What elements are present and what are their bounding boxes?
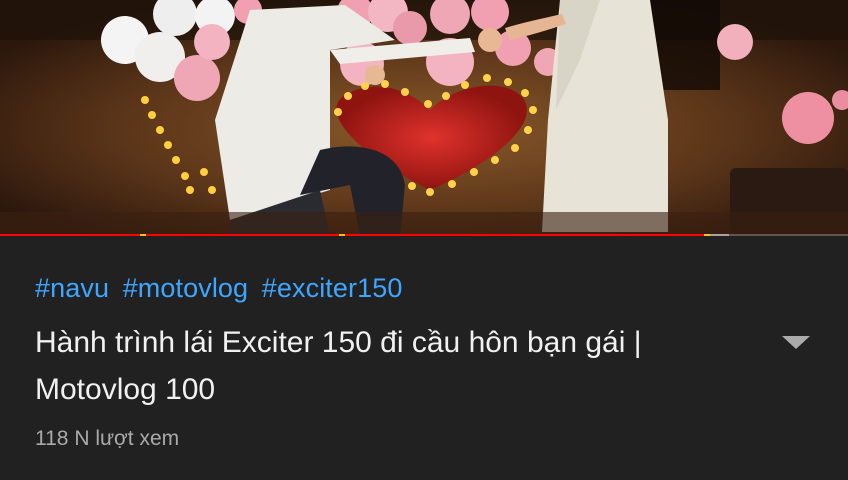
- view-count: 118 N lượt xem: [35, 427, 180, 450]
- caret-down-icon: [782, 336, 810, 349]
- hashtag-row: #navu #motovlog #exciter150: [35, 273, 408, 304]
- ad-break-marker: [703, 234, 710, 236]
- hashtag-link[interactable]: #navu: [35, 273, 109, 303]
- hashtag-link[interactable]: #exciter150: [262, 273, 403, 303]
- video-info-panel: #navu #motovlog #exciter150 Hành trình l…: [0, 241, 848, 480]
- video-progress-bar[interactable]: [0, 234, 848, 236]
- progress-played: [0, 234, 704, 236]
- video-player[interactable]: [0, 0, 848, 236]
- hashtag-link[interactable]: #motovlog: [123, 273, 248, 303]
- video-frame-proposal-scene: [0, 0, 848, 236]
- ad-break-marker: [339, 234, 346, 236]
- video-title[interactable]: Hành trình lái Exciter 150 đi cầu hôn bạ…: [35, 319, 745, 413]
- youtube-watch-page: #navu #motovlog #exciter150 Hành trình l…: [0, 0, 848, 480]
- expand-description-button[interactable]: [776, 327, 816, 357]
- ad-break-marker: [139, 234, 146, 236]
